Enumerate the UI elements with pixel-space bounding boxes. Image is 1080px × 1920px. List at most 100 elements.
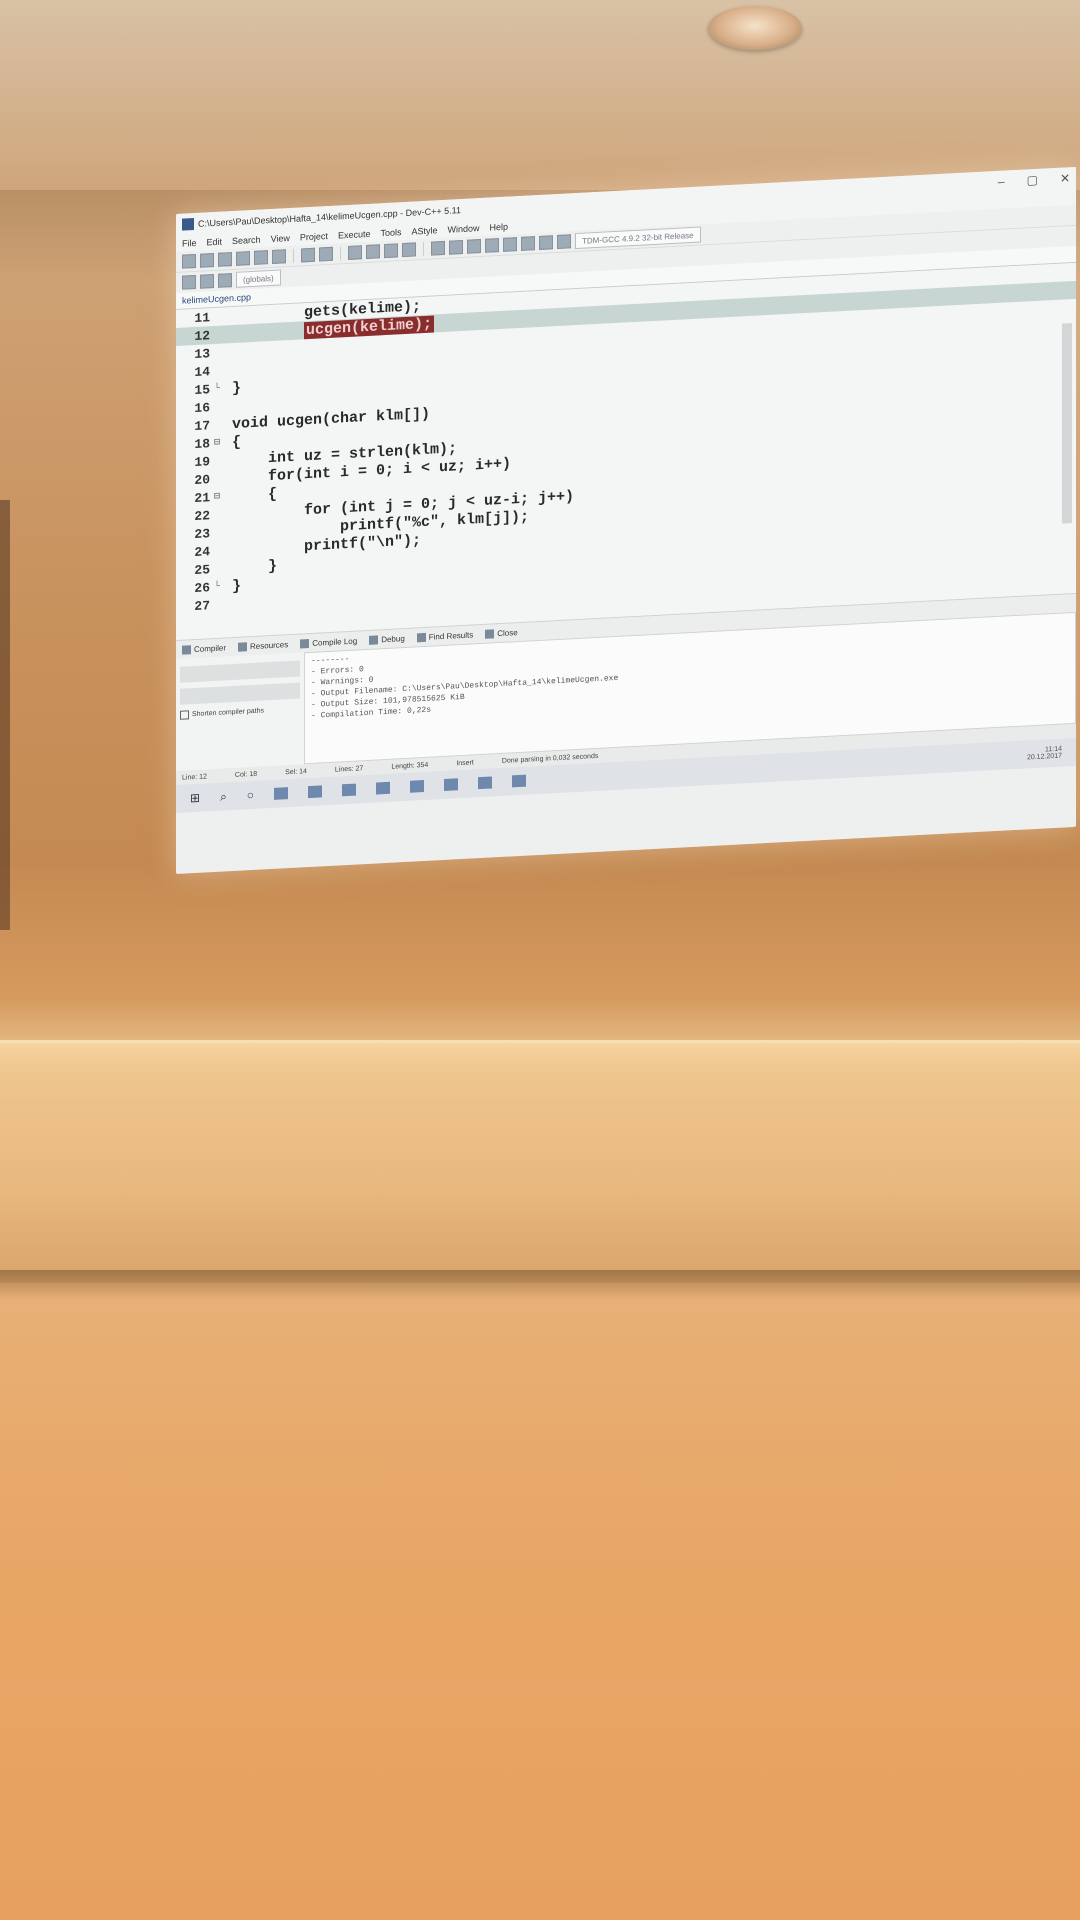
fold-marker[interactable] (214, 478, 224, 479)
shorten-paths-checkbox[interactable]: Shorten compiler paths (180, 705, 300, 720)
indent-icon[interactable] (384, 243, 398, 259)
edge-icon[interactable] (274, 787, 289, 800)
fold-marker[interactable] (214, 460, 224, 461)
goto-bookmark-icon[interactable] (218, 273, 232, 288)
search-icon[interactable]: ⌕ (220, 789, 227, 804)
stop-icon[interactable] (521, 236, 535, 251)
tab-compiler[interactable]: Compiler (182, 643, 226, 655)
tab-compile-log[interactable]: Compile Log (300, 636, 357, 648)
line-number: 21 (194, 489, 210, 506)
fold-marker[interactable] (214, 568, 224, 569)
fold-marker[interactable] (214, 532, 224, 533)
debug-icon[interactable] (539, 235, 553, 250)
open-file-icon[interactable] (200, 253, 214, 268)
minimize-button[interactable]: – (998, 175, 1005, 189)
compile-log-side: Shorten compiler paths (176, 652, 304, 771)
code-text: { (232, 485, 278, 505)
compile-icon[interactable] (431, 240, 445, 256)
tab-resources[interactable]: Resources (238, 640, 288, 652)
find-icon[interactable] (348, 245, 362, 260)
menu-tools[interactable]: Tools (380, 227, 401, 238)
code-text: { (232, 433, 242, 451)
menu-window[interactable]: Window (448, 223, 480, 235)
maximize-button[interactable]: ▢ (1027, 173, 1038, 188)
abort-compilation-button[interactable] (180, 660, 300, 683)
menu-astyle[interactable]: AStyle (411, 225, 437, 236)
menu-file[interactable]: File (182, 238, 197, 249)
toggle-bookmark-icon[interactable] (200, 274, 214, 289)
line-number: 13 (194, 345, 210, 362)
chrome-icon[interactable] (410, 780, 425, 793)
line-number: 19 (194, 453, 210, 470)
fold-marker[interactable]: ⊟ (214, 490, 224, 503)
checkbox-box[interactable] (180, 710, 189, 720)
fold-marker[interactable] (214, 334, 224, 335)
devcpp-task-icon[interactable] (478, 776, 493, 790)
fold-marker[interactable]: ⊟ (214, 436, 224, 449)
new-file-icon[interactable] (182, 253, 196, 269)
tab-label: Compile Log (312, 636, 358, 648)
menu-help[interactable]: Help (490, 222, 509, 233)
line-number: 24 (194, 543, 210, 560)
replace-icon[interactable] (366, 244, 380, 260)
check-syntax-icon[interactable] (503, 237, 517, 252)
side-button[interactable] (180, 682, 300, 705)
toolbar-divider (423, 242, 424, 257)
mail-icon[interactable] (444, 778, 459, 791)
save-icon[interactable] (218, 252, 232, 267)
menu-edit[interactable]: Edit (207, 237, 223, 248)
console-task-icon[interactable] (512, 774, 527, 788)
rebuild-icon[interactable] (485, 238, 499, 253)
fold-marker[interactable] (214, 352, 224, 353)
line-number: 14 (194, 363, 210, 380)
close-button[interactable]: ✕ (1060, 171, 1070, 186)
save-all-icon[interactable] (236, 251, 250, 266)
task-view-icon[interactable]: ○ (247, 788, 254, 802)
file-explorer-icon[interactable] (308, 785, 323, 799)
compiler-icon (182, 644, 191, 655)
ceiling-light (708, 6, 802, 50)
system-tray-clock[interactable]: 11:14 20.12.2017 (1027, 746, 1062, 762)
fold-marker[interactable] (214, 604, 224, 605)
fold-marker[interactable] (214, 550, 224, 551)
editor-scrollbar[interactable] (1062, 323, 1072, 524)
fold-marker[interactable] (214, 424, 224, 425)
app-icon[interactable] (376, 781, 391, 795)
store-icon[interactable] (342, 783, 357, 797)
profile-icon[interactable] (557, 234, 571, 250)
line-number: 26 (194, 579, 210, 596)
tab-close[interactable]: Close (485, 627, 518, 639)
tab-label: Close (497, 627, 518, 638)
redo-icon[interactable] (319, 246, 333, 262)
tab-find-results[interactable]: Find Results (416, 629, 474, 642)
insert-icon[interactable] (182, 274, 196, 290)
menu-view[interactable]: View (271, 233, 290, 244)
globals-select[interactable]: (globals) (236, 269, 281, 288)
start-icon[interactable]: ⊞ (190, 791, 200, 806)
fold-marker[interactable]: └ (214, 581, 224, 592)
fold-marker[interactable] (214, 370, 224, 371)
fold-marker[interactable]: └ (214, 383, 224, 394)
menu-search[interactable]: Search (232, 235, 261, 246)
status-line: Line: 12 (182, 772, 207, 782)
code-editor[interactable]: 11 gets(kelime); 12 ucgen(kelime); 13 14… (176, 262, 1076, 640)
menu-execute[interactable]: Execute (338, 229, 371, 241)
fold-marker[interactable] (214, 514, 224, 515)
print-icon[interactable] (272, 249, 286, 264)
menu-project[interactable]: Project (300, 231, 328, 242)
tab-debug[interactable]: Debug (369, 634, 405, 645)
unindent-icon[interactable] (402, 242, 416, 258)
line-number: 16 (194, 399, 210, 416)
status-lines: Lines: 27 (334, 764, 364, 774)
run-icon[interactable] (449, 239, 463, 255)
line-number: 17 (194, 417, 210, 434)
clock-date: 20.12.2017 (1026, 752, 1062, 762)
line-number: 20 (194, 471, 210, 488)
compile-log-icon (300, 638, 310, 648)
close-file-icon[interactable] (254, 250, 268, 265)
fold-marker[interactable] (214, 406, 224, 407)
fold-marker[interactable] (214, 316, 224, 317)
compile-run-icon[interactable] (467, 239, 481, 254)
undo-icon[interactable] (301, 247, 315, 263)
tab-label: Find Results (428, 629, 474, 642)
